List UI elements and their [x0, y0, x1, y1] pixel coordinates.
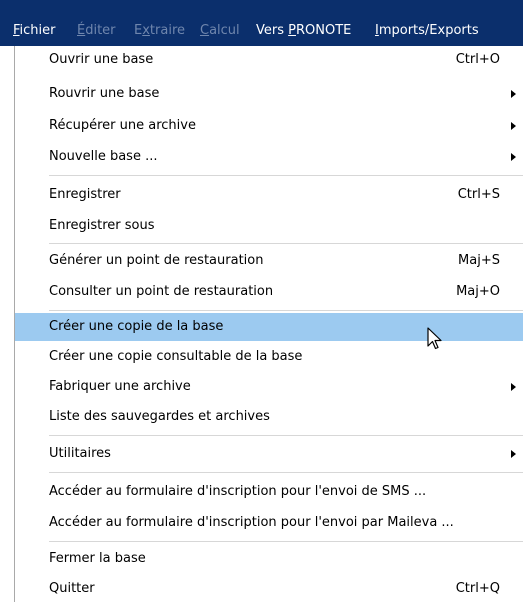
menu-calcul-text: alcul: [209, 23, 240, 38]
menu-imports-exports-text: mports/Exports: [378, 23, 479, 38]
menu-editer-accel: É: [77, 23, 86, 38]
menu-separator: [49, 243, 523, 244]
menu-vers-pronote-accel: P: [288, 23, 296, 38]
menu-item-label: Générer un point de restauration: [49, 253, 264, 268]
menu-item-label: Créer une copie consultable de la base: [49, 349, 303, 364]
menu-item-formulaire-maileva[interactable]: Accéder au formulaire d'inscription pour…: [15, 509, 523, 537]
menu-separator: [49, 310, 523, 311]
menu-item-rouvrir-base[interactable]: Rouvrir une base: [15, 80, 523, 108]
menu-vers-pronote-text: RONOTE: [295, 23, 352, 38]
menu-calcul-accel: C: [200, 23, 210, 38]
menu-item-label: Accéder au formulaire d'inscription pour…: [49, 484, 427, 499]
menu-separator: [49, 472, 523, 473]
menu-item-enregistrer-sous[interactable]: Enregistrer sous: [15, 212, 523, 240]
menu-item-creer-copie-consultable[interactable]: Créer une copie consultable de la base: [15, 343, 523, 371]
menu-fichier[interactable]: Fichier: [13, 0, 56, 46]
menu-vers-pronote[interactable]: Vers PRONOTE: [256, 0, 351, 46]
menu-separator: [49, 175, 523, 176]
menu-item-liste-sauvegardes[interactable]: Liste des sauvegardes et archives: [15, 403, 523, 431]
menu-separator: [49, 541, 523, 542]
menu-extraire-text: traire: [149, 23, 185, 38]
menu-item-consulter-point-restauration[interactable]: Consulter un point de restauration Maj+O: [15, 278, 523, 306]
menu-item-label: Nouvelle base ...: [49, 149, 158, 164]
menu-item-nouvelle-base[interactable]: Nouvelle base ...: [15, 143, 523, 171]
menu-item-label: Créer une copie de la base: [49, 319, 224, 334]
menu-item-creer-copie-base[interactable]: Créer une copie de la base: [15, 313, 523, 341]
menu-calcul[interactable]: Calcul: [200, 0, 240, 46]
menu-extraire[interactable]: Extraire: [134, 0, 185, 46]
menu-item-generer-point-restauration[interactable]: Générer un point de restauration Maj+S: [15, 247, 523, 275]
menu-item-quitter[interactable]: Quitter Ctrl+Q: [15, 575, 523, 603]
menu-item-enregistrer[interactable]: Enregistrer Ctrl+S: [15, 181, 523, 209]
menu-item-utilitaires[interactable]: Utilitaires: [15, 440, 523, 468]
menu-item-label: Rouvrir une base: [49, 86, 160, 101]
menu-item-ouvrir-base[interactable]: Ouvrir une base Ctrl+O: [15, 46, 523, 74]
menu-editer[interactable]: Éditer: [77, 0, 116, 46]
shortcut-label: Ctrl+O: [455, 52, 500, 67]
menu-imports-exports[interactable]: Imports/Exports: [375, 0, 479, 46]
menu-item-label: Accéder au formulaire d'inscription pour…: [49, 515, 454, 530]
menu-item-formulaire-sms[interactable]: Accéder au formulaire d'inscription pour…: [15, 478, 523, 506]
menu-item-fermer-base[interactable]: Fermer la base: [15, 545, 523, 573]
submenu-arrow-icon: [511, 90, 516, 98]
shortcut-label: Maj+S: [458, 253, 500, 268]
menu-item-label: Utilitaires: [49, 446, 111, 461]
submenu-arrow-icon: [511, 383, 516, 391]
shortcut-label: Ctrl+S: [457, 187, 500, 202]
menu-item-label: Consulter un point de restauration: [49, 284, 274, 299]
submenu-arrow-icon: [511, 122, 516, 130]
menu-item-label: Ouvrir une base: [49, 52, 154, 67]
menu-item-label: Liste des sauvegardes et archives: [49, 409, 270, 424]
fichier-dropdown-menu: Ouvrir une base Ctrl+O Rouvrir une base …: [14, 46, 523, 602]
menu-item-fabriquer-archive[interactable]: Fabriquer une archive: [15, 373, 523, 401]
menu-vers-pronote-text-pre: Vers: [256, 23, 289, 38]
menu-item-label: Quitter: [49, 581, 95, 596]
menu-item-label: Fermer la base: [49, 551, 146, 566]
shortcut-label: Ctrl+Q: [455, 581, 500, 596]
submenu-arrow-icon: [511, 450, 516, 458]
menu-editer-text: diter: [85, 23, 116, 38]
menu-item-recuperer-archive[interactable]: Récupérer une archive: [15, 112, 523, 140]
menu-separator: [49, 435, 523, 436]
menu-bar: Fichier Éditer Extraire Calcul Vers PRON…: [0, 0, 523, 46]
menu-item-label: Enregistrer: [49, 187, 121, 202]
menu-item-label: Récupérer une archive: [49, 118, 196, 133]
mouse-pointer-icon: [427, 327, 442, 350]
menu-extraire-accel: x: [142, 23, 150, 38]
submenu-arrow-icon: [511, 153, 516, 161]
menu-item-label: Enregistrer sous: [49, 218, 155, 233]
menu-fichier-text: ichier: [19, 23, 56, 38]
menu-extraire-text-pre: E: [134, 23, 143, 38]
shortcut-label: Maj+O: [456, 284, 500, 299]
menu-item-label: Fabriquer une archive: [49, 379, 191, 394]
